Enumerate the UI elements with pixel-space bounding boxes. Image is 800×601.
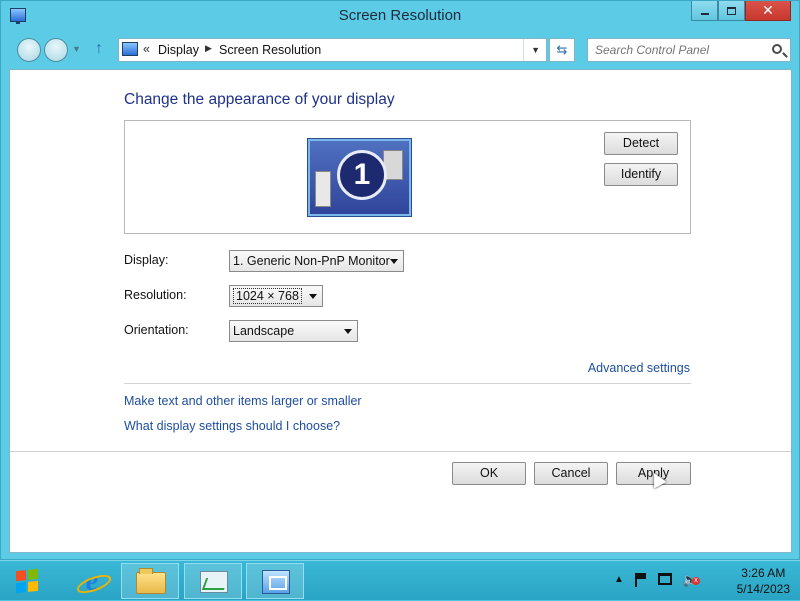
dropdown-arrow-icon	[344, 329, 352, 334]
internet-explorer-icon: e	[79, 568, 105, 596]
display-preview: 1 Detect Identify	[124, 120, 691, 234]
orientation-value: Landscape	[233, 324, 295, 338]
clock-date: 5/14/2023	[736, 582, 790, 596]
monitor-1-thumbnail[interactable]: 1	[308, 139, 411, 216]
dropdown-arrow-icon	[390, 259, 398, 264]
cancel-button[interactable]: Cancel	[534, 462, 608, 485]
window-title: Screen Resolution	[338, 7, 462, 24]
divider	[10, 451, 791, 452]
dropdown-arrow-icon	[309, 294, 317, 299]
taskbar-performance-monitor[interactable]	[184, 563, 242, 599]
control-panel-icon	[262, 570, 290, 594]
title-bar[interactable]: Screen Resolution ✕	[1, 1, 799, 31]
divider	[124, 383, 691, 384]
screen-resolution-window: Screen Resolution ✕ ▼ ↑ « Display ▶ Scre…	[0, 0, 800, 560]
up-arrow-icon[interactable]: ↑	[95, 40, 103, 58]
display-value: 1. Generic Non-PnP Monitor	[233, 254, 390, 268]
orientation-label: Orientation:	[124, 323, 189, 337]
page-title: Change the appearance of your display	[124, 91, 395, 108]
resolution-value: 1024 × 768	[233, 288, 302, 304]
minimize-icon	[700, 12, 709, 15]
breadcrumb-overflow-icon[interactable]: «	[143, 42, 150, 56]
resolution-select[interactable]: 1024 × 768	[229, 285, 323, 307]
search-icon[interactable]	[772, 44, 782, 54]
ok-button[interactable]: OK	[452, 462, 526, 485]
detect-button[interactable]: Detect	[604, 132, 678, 155]
address-dropdown-icon[interactable]: ▼	[531, 45, 540, 55]
search-box[interactable]	[587, 38, 791, 62]
search-input[interactable]	[588, 39, 766, 61]
action-center-flag-icon[interactable]	[635, 573, 646, 587]
text-size-link[interactable]: Make text and other items larger or smal…	[124, 394, 362, 408]
display-label: Display:	[124, 253, 169, 267]
monitor-number: 1	[337, 150, 387, 200]
caption-buttons: ✕	[691, 1, 791, 21]
taskbar: e ▲ 🔈 x 3:26 AM 5/14/2023	[0, 560, 800, 600]
recent-pages-chevron-icon[interactable]: ▼	[72, 44, 81, 54]
show-hidden-icons-icon[interactable]: ▲	[614, 574, 624, 585]
display-help-link[interactable]: What display settings should I choose?	[124, 419, 340, 433]
breadcrumb-screen-resolution[interactable]: Screen Resolution	[219, 43, 321, 57]
performance-monitor-icon	[200, 571, 228, 593]
close-icon: ✕	[762, 2, 774, 18]
maximize-icon	[727, 6, 736, 15]
advanced-settings-link[interactable]: Advanced settings	[588, 361, 690, 375]
orientation-select[interactable]: Landscape	[229, 320, 358, 342]
start-button[interactable]	[6, 565, 50, 597]
clock[interactable]: 3:26 AM 5/14/2023	[737, 565, 790, 597]
display-select[interactable]: 1. Generic Non-PnP Monitor	[229, 250, 404, 272]
control-panel-icon	[122, 42, 138, 56]
clock-time: 3:26 AM	[741, 566, 786, 580]
taskbar-file-explorer[interactable]	[121, 563, 179, 599]
back-button[interactable]	[17, 38, 41, 62]
network-icon[interactable]	[658, 573, 672, 585]
refresh-button[interactable]: ⇆	[549, 38, 575, 62]
windows-logo-icon	[16, 568, 38, 594]
taskbar-control-panel[interactable]	[246, 563, 304, 599]
taskbar-internet-explorer[interactable]: e	[62, 563, 120, 599]
volume-muted-badge-icon: x	[692, 577, 700, 585]
forward-button[interactable]	[44, 38, 68, 62]
breadcrumb-separator-icon[interactable]: ▶	[205, 43, 212, 54]
main-content: Change the appearance of your display 1 …	[9, 69, 792, 553]
address-bar[interactable]: « Display ▶ Screen Resolution ▼	[118, 38, 547, 62]
breadcrumb-display[interactable]: Display	[158, 43, 199, 57]
resolution-label: Resolution:	[124, 288, 187, 302]
identify-button[interactable]: Identify	[604, 163, 678, 186]
monitor-window-graphic	[315, 171, 331, 207]
folder-icon	[136, 568, 166, 594]
address-divider	[523, 39, 524, 61]
system-tray: ▲ 🔈 x 3:26 AM 5/14/2023	[610, 561, 800, 601]
navigation-bar: ▼ ↑ « Display ▶ Screen Resolution ▼ ⇆	[1, 35, 799, 65]
maximize-button[interactable]	[718, 1, 745, 21]
close-button[interactable]: ✕	[745, 1, 791, 21]
minimize-button[interactable]	[691, 1, 718, 21]
